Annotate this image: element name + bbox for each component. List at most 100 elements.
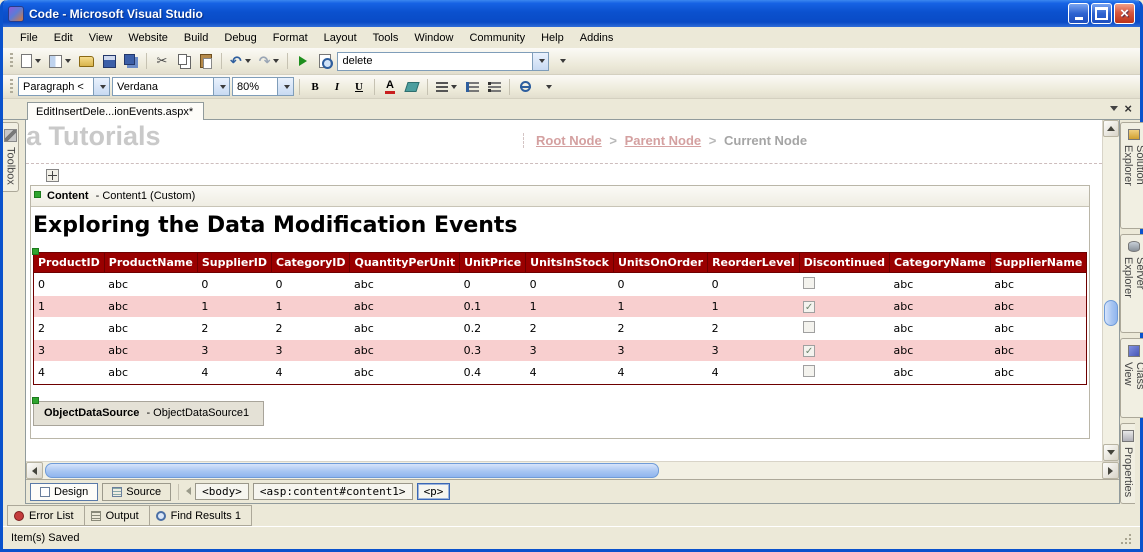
content-placeholder-control[interactable]: Content - Content1 (Custom) Exploring th… — [30, 185, 1090, 439]
source-view-button[interactable]: Source — [102, 483, 171, 501]
tag-button-body[interactable]: <body> — [195, 483, 249, 500]
grid-cell: abc — [890, 340, 991, 361]
right-tab-solution-explorer[interactable]: Solution Explorer — [1120, 122, 1143, 229]
scroll-right-button[interactable] — [1102, 462, 1119, 479]
copy-button[interactable] — [174, 50, 194, 72]
close-button[interactable] — [1114, 3, 1135, 24]
toolbar-grip[interactable] — [10, 53, 13, 69]
paste-button[interactable] — [196, 50, 216, 72]
add-new-item-button[interactable] — [46, 50, 74, 72]
document-tab[interactable]: EditInsertDele...ionEvents.aspx* — [27, 102, 204, 120]
redo-button[interactable] — [256, 50, 283, 72]
underline-button[interactable]: U — [349, 76, 369, 98]
menu-item-file[interactable]: File — [13, 30, 45, 46]
grid-cell: 0 — [460, 273, 526, 297]
vertical-scrollbar[interactable] — [1102, 120, 1119, 461]
open-file-button[interactable] — [76, 50, 97, 72]
menu-item-addins[interactable]: Addins — [573, 30, 621, 46]
menu-item-build[interactable]: Build — [177, 30, 215, 46]
gridview-control[interactable]: ProductIDProductNameSupplierIDCategoryID… — [33, 252, 1087, 385]
menu-item-view[interactable]: View — [82, 30, 120, 46]
toolbar-grip[interactable] — [10, 79, 13, 95]
combobox-dropdown-button[interactable] — [93, 78, 109, 95]
move-handle-icon[interactable] — [46, 169, 59, 182]
close-document-button[interactable] — [1124, 101, 1132, 116]
view-in-browser-button[interactable] — [315, 50, 335, 72]
vertical-scroll-thumb[interactable] — [1104, 300, 1118, 326]
menu-item-debug[interactable]: Debug — [217, 30, 263, 46]
toolbar-options-button[interactable] — [537, 76, 557, 98]
toolbar-combobox[interactable]: delete — [337, 52, 549, 71]
block-format-combobox[interactable]: Paragraph < — [18, 77, 110, 96]
scroll-down-button[interactable] — [1103, 444, 1119, 461]
hyperlink-button[interactable] — [515, 76, 535, 98]
products-gridview[interactable]: ProductIDProductNameSupplierIDCategoryID… — [33, 252, 1087, 385]
save-all-button[interactable] — [121, 50, 141, 72]
save-button[interactable] — [99, 50, 119, 72]
objectdatasource-box[interactable]: ObjectDataSource - ObjectDataSource1 — [33, 401, 264, 426]
panel-tab-output[interactable]: Output — [84, 505, 150, 526]
combobox-dropdown-button[interactable] — [213, 78, 229, 95]
bullet-list-button[interactable] — [484, 76, 504, 98]
combobox-dropdown-button[interactable] — [277, 78, 293, 95]
vertical-scroll-track[interactable] — [1103, 137, 1119, 444]
menu-item-community[interactable]: Community — [462, 30, 532, 46]
minimize-button[interactable] — [1068, 3, 1089, 24]
right-tab-properties[interactable]: Properties — [1120, 423, 1135, 504]
design-view-button[interactable]: Design — [30, 483, 98, 501]
scroll-up-button[interactable] — [1103, 120, 1119, 137]
resize-grip[interactable] — [1119, 532, 1132, 545]
menu-item-format[interactable]: Format — [266, 30, 315, 46]
cut-button[interactable] — [152, 50, 172, 72]
content-control-header[interactable]: Content - Content1 (Custom) — [31, 186, 1089, 207]
italic-button[interactable]: I — [327, 76, 347, 98]
tag-button-aspcontentcontent1[interactable]: <asp:content#content1> — [253, 483, 413, 500]
title-bar[interactable]: Code - Microsoft Visual Studio — [3, 0, 1140, 27]
panel-tab-error-list[interactable]: Error List — [7, 505, 85, 526]
checkbox-unchecked-icon[interactable] — [803, 365, 815, 377]
grid-header-unitsonorder: UnitsOnOrder — [614, 253, 708, 273]
breadcrumb-root-link[interactable]: Root Node — [536, 133, 602, 148]
start-debug-button[interactable] — [293, 50, 313, 72]
menu-item-tools[interactable]: Tools — [366, 30, 406, 46]
horizontal-scrollbar[interactable] — [26, 461, 1119, 479]
combobox-dropdown-button[interactable] — [532, 53, 548, 70]
highlight-color-button[interactable] — [402, 76, 422, 98]
right-tab-class-view[interactable]: Class View — [1120, 338, 1143, 417]
menu-item-window[interactable]: Window — [407, 30, 460, 46]
menu-item-website[interactable]: Website — [121, 30, 175, 46]
breadcrumb-parent-link[interactable]: Parent Node — [625, 133, 702, 148]
horizontal-scroll-thumb[interactable] — [45, 463, 659, 478]
objectdatasource-control[interactable]: ObjectDataSource - ObjectDataSource1 — [33, 401, 264, 426]
zoom-combobox[interactable]: 80% — [232, 77, 294, 96]
chevron-left-icon[interactable] — [186, 486, 191, 498]
align-button[interactable] — [433, 76, 460, 98]
page-title: Exploring the Data Modification Events — [33, 213, 1087, 238]
numbered-list-button[interactable] — [462, 76, 482, 98]
menu-item-edit[interactable]: Edit — [47, 30, 80, 46]
tag-button-p[interactable]: <p> — [417, 483, 451, 500]
menu-item-layout[interactable]: Layout — [317, 30, 364, 46]
toolbox-tab[interactable]: Toolbox — [3, 122, 19, 192]
checkbox-unchecked-icon[interactable] — [803, 277, 815, 289]
undo-button[interactable] — [227, 50, 254, 72]
toolbar-options-button[interactable] — [551, 50, 571, 72]
menu-bar: FileEditViewWebsiteBuildDebugFormatLayou… — [3, 27, 1140, 48]
right-tab-server-explorer[interactable]: Server Explorer — [1120, 234, 1143, 334]
checkbox-checked-icon[interactable] — [803, 345, 815, 357]
checkbox-checked-icon[interactable] — [803, 301, 815, 313]
maximize-button[interactable] — [1091, 3, 1112, 24]
right-tab-label: Solution Explorer — [1122, 145, 1143, 221]
new-document-button[interactable] — [18, 50, 44, 72]
font-color-button[interactable]: A — [380, 76, 400, 98]
horizontal-scroll-track[interactable] — [43, 462, 1102, 479]
design-surface[interactable]: a Tutorials Root Node > Parent Node > Cu… — [26, 120, 1102, 461]
font-name-combobox[interactable]: Verdana — [112, 77, 230, 96]
grid-cell: abc — [104, 361, 197, 385]
panel-tab-find-results-1[interactable]: Find Results 1 — [149, 505, 252, 526]
scroll-left-button[interactable] — [26, 462, 43, 479]
file-list-dropdown-button[interactable] — [1110, 106, 1118, 111]
menu-item-help[interactable]: Help — [534, 30, 571, 46]
bold-button[interactable]: B — [305, 76, 325, 98]
checkbox-unchecked-icon[interactable] — [803, 321, 815, 333]
